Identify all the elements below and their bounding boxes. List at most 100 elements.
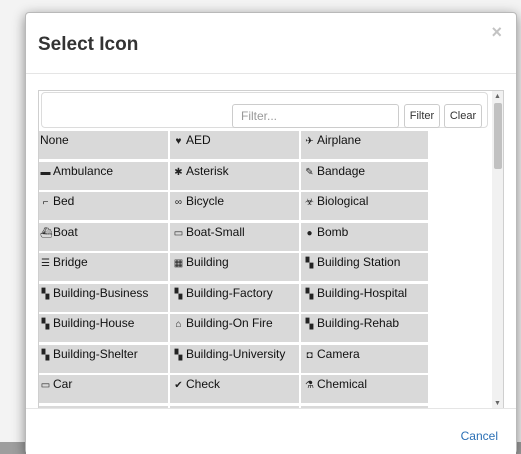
icon-option-building-rehab[interactable]: ▚ Building-Rehab [301,314,430,342]
icon-option-chemical[interactable]: ⚗ Chemical [301,375,430,403]
building-icon: ▦ [173,258,184,269]
icon-option-label: Building-Shelter [53,346,138,361]
icon-option-label: Building Station [317,255,401,269]
select-icon-modal: Select Icon × Filter Clear None ♥ AED ✈Airp… [25,12,517,454]
building-rehab-icon: ▚ [305,319,314,330]
icon-option-building-shelter[interactable]: ▚ Building-Shelter [39,344,170,373]
airplane-icon: ✈ [305,136,314,147]
icon-grid-row: ⛴Boat ▭ Boat-Small ● Bomb [39,222,430,254]
filter-bar: Filter Clear [39,91,489,129]
icon-option-car[interactable]: ▭ Car [39,375,170,403]
icon-option-building[interactable]: ▦ Building [170,253,301,281]
building-university-icon: ▚ [174,349,183,361]
icon-grid-row: ☰ Bridge ▦ Building ▚ Building Station [39,253,430,284]
icon-option-label: Building [186,255,229,269]
icon-grid-row: ▚ Building-Business ▚ Building-Factory ▚ Buil… [39,283,430,315]
building-on-fire-icon: ⌂ [175,319,182,330]
icon-option-label: Asterisk [186,163,229,178]
scroll-down-icon[interactable]: ▼ [494,400,501,407]
bicycle-icon: ∞ [174,197,183,208]
boat-small-icon: ▭ [173,227,184,239]
icon-option-label: Bridge [53,255,88,269]
icon-option-bridge[interactable]: ☰ Bridge [39,253,170,281]
building-shelter-icon: ▚ [41,349,50,361]
icon-grid-row: ⌐ Bed ∞ Bicycle ☣ Biological [39,192,430,223]
icon-option-bandage[interactable]: ✎ Bandage [301,161,430,190]
icon-option-bicycle[interactable]: ∞ Bicycle [170,192,301,220]
building-hospital-icon: ▚ [305,288,314,300]
scroll-up-icon[interactable]: ▲ [494,93,501,100]
icon-option-aed[interactable]: ♥ AED [170,131,301,159]
icon-option-label: Building-University [186,346,286,361]
icon-option-label: Building-Factory [186,285,273,300]
building-station-icon: ▚ [305,258,314,269]
icon-grid-row: ▚ Building-House ⌂ Building-On Fire ▚ Buildin… [39,314,430,345]
building-business-icon: ▚ [41,288,50,300]
icon-option-label: Bed [53,194,75,208]
biohazard-icon: ☣ [305,197,314,208]
icon-option-label: Ambulance [53,163,114,178]
bed-icon: ⌐ [42,197,49,208]
icon-grid-row: None ♥ AED ✈ Airplane [39,131,430,162]
icon-option-label: Camera [317,346,360,361]
heart-pulse-icon: ♥ [175,136,182,147]
close-icon[interactable]: × [491,23,502,41]
icon-option-label: Building-Rehab [317,316,400,330]
icon-option-airplane[interactable]: ✈ Airplane [301,131,430,159]
icon-option-building-university[interactable]: ▚ Building-University [170,344,301,373]
icon-option-label: Chemical [317,377,368,391]
icon-option-check[interactable]: ✔ Check [170,375,301,403]
modal-footer: Cancel [26,408,516,454]
icon-option-label: Check [186,377,221,391]
icon-option-label: AED [186,133,211,147]
filter-button[interactable]: Filter [404,104,440,128]
icon-option-building-hospital[interactable]: ▚ Building-Hospital [301,283,430,312]
modal-header: Select Icon × [26,13,516,74]
cancel-link[interactable]: Cancel [461,429,498,443]
icon-option-label: Building-On Fire [186,316,273,330]
check-icon: ✔ [174,380,183,391]
icon-option-label: Boat-Small [186,224,245,239]
icon-option-label: Bandage [317,163,366,178]
clear-button[interactable]: Clear [444,104,482,128]
icon-option-none[interactable]: None [39,131,170,159]
modal-title: Select Icon [38,34,139,55]
bandage-icon: ✎ [305,166,314,178]
icon-option-label: None [40,133,69,147]
icon-option-label: Building-Business [53,285,149,300]
icon-option-bed[interactable]: ⌐ Bed [39,192,170,220]
icon-option-label: Building-Hospital [317,285,408,300]
icon-option-bomb[interactable]: ● Bomb [301,222,430,251]
icon-list-panel: Filter Clear None ♥ AED ✈Airplane ▬Ambulance… [38,90,504,410]
chemical-icon: ⚗ [305,380,314,391]
icon-option-boat-small[interactable]: ▭ Boat-Small [170,222,301,251]
icon-option-label: Building-House [53,316,135,330]
filter-input[interactable] [232,104,399,128]
icon-option-camera[interactable]: ◘ Camera [301,344,430,373]
icon-option-label: Airplane [317,133,362,147]
icon-grid: None ♥ AED ✈ Airplane ▬ Ambulance ✱ Asterisk ✎ Ban… [39,131,430,409]
icon-grid-row: ▚ Building-Shelter ▚ Building-University ◘ Ca… [39,344,430,376]
icon-option-building-house[interactable]: ▚ Building-House [39,314,170,342]
ambulance-icon: ▬ [40,166,51,178]
icon-option-label: Bicycle [186,194,225,208]
bridge-icon: ☰ [41,258,50,269]
icon-option-label: Boat [53,224,78,239]
car-icon: ▭ [40,380,51,391]
building-factory-icon: ▚ [174,288,183,300]
asterisk-icon: ✱ [174,166,183,178]
icon-option-asterisk[interactable]: ✱ Asterisk [170,161,301,190]
icon-option-ambulance[interactable]: ▬ Ambulance [39,161,170,190]
bomb-icon: ● [306,227,313,239]
icon-grid-row: ▬ Ambulance ✱ Asterisk ✎ Bandage [39,161,430,193]
icon-grid-row: ▭ Car ✔ Check ⚗ Chemical [39,375,430,406]
camera-icon: ◘ [306,349,313,361]
icon-option-biological[interactable]: ☣ Biological [301,192,430,220]
icon-option-building-business[interactable]: ▚ Building-Business [39,283,170,312]
icon-option-building-on-fire[interactable]: ⌂ Building-On Fire [170,314,301,342]
icon-option-building-station[interactable]: ▚ Building Station [301,253,430,281]
icon-option-boat[interactable]: ⛴Boat [39,222,170,251]
scroll-thumb[interactable] [494,103,502,169]
scrollbar[interactable]: ▲ ▼ [492,91,503,409]
icon-option-building-factory[interactable]: ▚ Building-Factory [170,283,301,312]
